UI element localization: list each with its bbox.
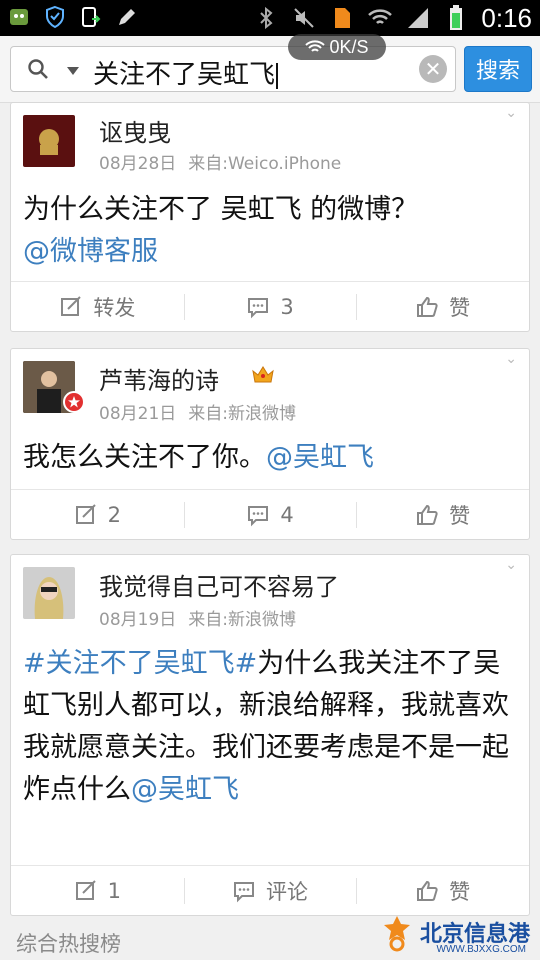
- thumbs-up-icon: [417, 296, 438, 317]
- post-mention-link[interactable]: @微博客服: [23, 236, 158, 267]
- repost-button[interactable]: 1: [11, 866, 184, 916]
- comment-button[interactable]: 3: [183, 282, 357, 332]
- post-menu-chevron-icon[interactable]: ⌄: [505, 351, 517, 367]
- comment-button[interactable]: 评论: [183, 866, 357, 916]
- status-bar: 0:16: [0, 0, 540, 36]
- post-source: 来自:新浪微博: [188, 404, 296, 424]
- post-author[interactable]: 我觉得自己可不容易了: [99, 567, 339, 602]
- search-type-dropdown-icon[interactable]: [67, 67, 79, 75]
- post-topic-link[interactable]: #关注不了吴虹飞#: [23, 648, 257, 679]
- post-mention-link[interactable]: @吴虹飞: [131, 774, 239, 805]
- comment-button[interactable]: 4: [183, 490, 357, 540]
- post-text-plain: 我怎么关注不了你。: [23, 442, 266, 473]
- weibo-post-card[interactable]: 芦苇海的诗 ⌄ 08月21日 来自:新浪微博 我怎么关注不了你。@吴虹飞 2 4 …: [10, 348, 530, 540]
- comment-icon: [248, 506, 269, 527]
- repost-icon: [75, 504, 96, 524]
- comment-icon: [248, 298, 269, 319]
- post-actions: 转发 3 赞: [11, 281, 529, 332]
- repost-count: 2: [107, 503, 122, 527]
- watermark-logo-icon: [384, 916, 410, 952]
- weibo-post-card[interactable]: 讴曳曳 ⌄ 08月28日 来自:Weico.iPhone 为什么关注不了 吴虹飞 …: [10, 102, 530, 332]
- post-text: 为什么关注不了 吴虹飞 的微博？ @微博客服: [23, 189, 517, 273]
- repost-button[interactable]: 2: [11, 490, 184, 540]
- pencil-icon: [114, 4, 140, 30]
- post-menu-chevron-icon[interactable]: ⌄: [505, 105, 517, 121]
- repost-label: 转发: [93, 296, 136, 320]
- like-button[interactable]: 赞: [356, 866, 529, 916]
- post-actions: 2 4 赞: [11, 489, 529, 540]
- repost-icon: [61, 296, 82, 316]
- shield-icon: [42, 4, 68, 30]
- clock: 0:16: [481, 2, 532, 33]
- post-source: 来自:新浪微博: [188, 610, 296, 630]
- post-text: #关注不了吴虹飞#为什么我关注不了吴虹飞别人都可以，新浪给解释，我就喜欢我就愿意…: [23, 643, 519, 811]
- search-query-text: 关注不了吴虹飞: [93, 60, 276, 90]
- vip-crown-icon: [251, 363, 275, 389]
- mute-icon: [291, 5, 317, 31]
- battery-icon: [443, 5, 469, 31]
- update-download-icon: [78, 4, 104, 30]
- thumbs-up-icon: [417, 880, 438, 901]
- clear-search-icon[interactable]: ✕: [419, 55, 447, 83]
- watermark: 北京信息港 WWW.BJXXG.COM: [380, 912, 530, 958]
- post-actions: 1 评论 赞: [11, 865, 529, 916]
- post-text: 我怎么关注不了你。@吴虹飞: [23, 437, 517, 479]
- post-source: 来自:Weico.iPhone: [188, 154, 342, 174]
- post-text-plain: 为什么关注不了 吴虹飞 的微博？: [23, 194, 419, 225]
- network-speed-badge: 0K/S: [288, 34, 386, 60]
- comment-icon: [234, 882, 254, 903]
- like-label: 赞: [449, 880, 471, 904]
- comment-count: 4: [280, 503, 294, 527]
- search-button[interactable]: 搜索: [464, 46, 532, 92]
- hot-search-section-label[interactable]: 综合热搜榜: [16, 928, 121, 958]
- post-menu-chevron-icon[interactable]: ⌄: [505, 557, 517, 573]
- post-author[interactable]: 讴曳曳: [99, 113, 171, 148]
- sim-card-icon: [329, 5, 355, 31]
- text-cursor: [276, 62, 279, 89]
- like-label: 赞: [449, 504, 471, 528]
- like-button[interactable]: 赞: [356, 490, 529, 540]
- post-date: 08月21日: [99, 404, 177, 424]
- thumbs-up-icon: [417, 504, 438, 525]
- weibo-post-card[interactable]: 我觉得自己可不容易了 ⌄ 08月19日 来自:新浪微博 #关注不了吴虹飞#为什么我…: [10, 554, 530, 916]
- comment-count: 3: [280, 295, 294, 319]
- wifi-icon: [367, 5, 393, 31]
- game-notification-icon: [6, 4, 32, 30]
- post-date: 08月28日: [99, 154, 177, 174]
- network-speed-value: 0K/S: [329, 36, 369, 57]
- post-date: 08月19日: [99, 610, 177, 630]
- comment-label: 评论: [266, 880, 308, 904]
- repost-icon: [75, 880, 96, 900]
- search-icon: [28, 59, 48, 79]
- like-button[interactable]: 赞: [356, 282, 529, 332]
- wifi-speed-icon: [305, 40, 326, 52]
- repost-count: 1: [107, 879, 122, 903]
- avatar[interactable]: [23, 567, 75, 619]
- repost-button[interactable]: 转发: [11, 282, 184, 332]
- like-label: 赞: [449, 296, 471, 320]
- search-input[interactable]: 关注不了吴虹飞 ✕: [10, 46, 456, 92]
- watermark-url: WWW.BJXXG.COM: [436, 944, 526, 955]
- post-mention-link[interactable]: @吴虹飞: [266, 442, 374, 473]
- signal-icon: [405, 5, 431, 31]
- search-bar: 关注不了吴虹飞 ✕ 搜索: [0, 36, 540, 103]
- post-author[interactable]: 芦苇海的诗: [99, 361, 219, 396]
- bluetooth-icon: [253, 5, 279, 31]
- avatar[interactable]: [23, 115, 75, 167]
- verified-badge-icon: [63, 391, 85, 413]
